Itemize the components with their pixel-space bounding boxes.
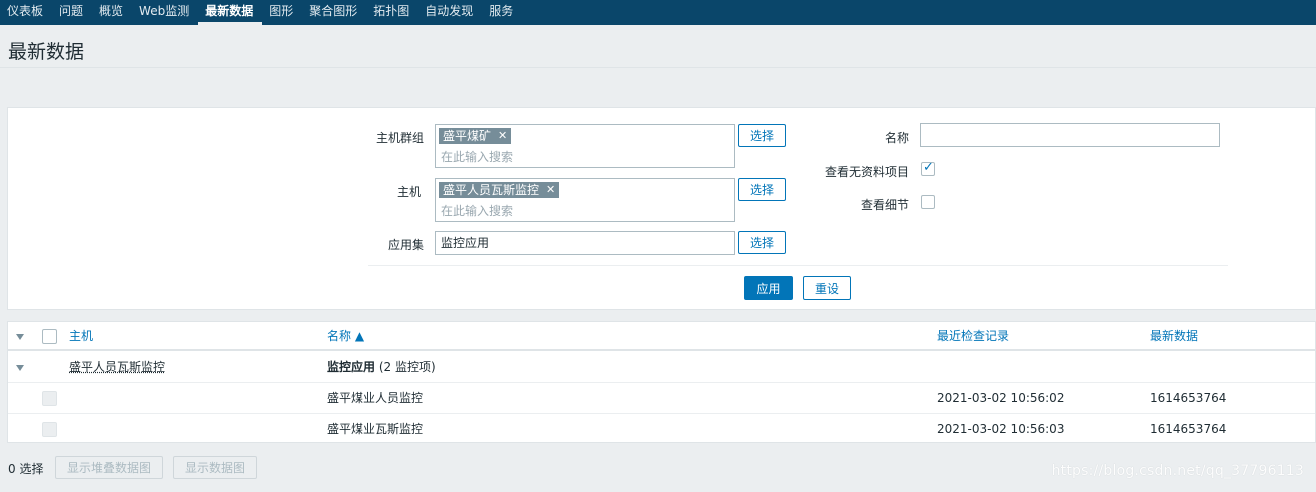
nav-item-web[interactable]: Web监测	[132, 0, 198, 25]
header-last-check[interactable]: 最近检查记录	[937, 322, 1009, 351]
row-checkbox[interactable]	[42, 422, 57, 437]
item-last-value: 1614653764	[1150, 422, 1227, 436]
latest-data-table: 主机 名称 ▲ 最近检查记录 最新数据 盛平人员瓦斯监控 监控应用 (2 监控项…	[7, 321, 1316, 443]
header-name[interactable]: 名称 ▲	[327, 322, 364, 351]
item-last-value: 1614653764	[1150, 391, 1227, 405]
nav-item-problems[interactable]: 问题	[52, 0, 92, 25]
hosts-search-input[interactable]: 在此输入搜索	[441, 202, 513, 219]
show-without-data-label: 查看无资料项目	[825, 165, 910, 179]
filter-divider	[368, 265, 1228, 266]
header-divider	[0, 67, 1316, 68]
host-groups-select-button[interactable]: 选择	[738, 124, 786, 147]
host-groups-multiselect[interactable]: 盛平煤矿 ✕ 在此输入搜索	[435, 124, 735, 168]
watermark: https://blog.csdn.net/qq_37796113	[1051, 463, 1304, 479]
collapse-all-icon[interactable]	[16, 334, 24, 340]
apply-button[interactable]: 应用	[744, 276, 793, 300]
checkmark-icon: ✓	[923, 160, 934, 175]
header-last-value[interactable]: 最新数据	[1150, 322, 1198, 351]
host-groups-search-input[interactable]: 在此输入搜索	[441, 148, 513, 165]
group-application: 监控应用 (2 监控项)	[327, 353, 436, 382]
nav-item-overview[interactable]: 概览	[92, 0, 132, 25]
show-details-label: 查看细节	[861, 198, 910, 212]
host-tag: 盛平人员瓦斯监控 ✕	[439, 182, 560, 198]
item-name: 盛平煤业人员监控	[327, 391, 424, 405]
host-tag-label: 盛平人员瓦斯监控	[443, 183, 540, 197]
show-graph-button[interactable]: 显示数据图	[173, 456, 257, 479]
filter-panel: 主机群组 盛平煤矿 ✕ 在此输入搜索 选择 主机 盛平人员瓦斯监控 ✕ 在此输入…	[7, 107, 1316, 310]
nav-item-screens[interactable]: 聚合图形	[302, 0, 366, 25]
nav-item-dashboard[interactable]: 仪表板	[0, 0, 52, 25]
table-header: 主机 名称 ▲ 最近检查记录 最新数据	[8, 322, 1315, 351]
application-name: 监控应用	[327, 360, 376, 374]
reset-button[interactable]: 重设	[803, 276, 851, 300]
top-nav: 仪表板 问题 概览 Web监测 最新数据 图形 聚合图形 拓扑图 自动发现 服务	[0, 0, 1316, 25]
nav-item-maps[interactable]: 拓扑图	[366, 0, 418, 25]
selected-count: 0 选择	[8, 462, 44, 476]
nav-item-latest-data[interactable]: 最新数据	[198, 0, 263, 25]
group-host-link[interactable]: 盛平人员瓦斯监控	[69, 353, 165, 382]
header-host[interactable]: 主机	[69, 322, 93, 351]
hosts-multiselect[interactable]: 盛平人员瓦斯监控 ✕ 在此输入搜索	[435, 178, 735, 222]
item-last-check: 2021-03-02 10:56:02	[937, 391, 1065, 405]
name-label: 名称	[885, 131, 910, 145]
remove-tag-icon[interactable]: ✕	[546, 182, 555, 198]
application-item-count: (2 监控项)	[378, 360, 436, 374]
application-select-button[interactable]: 选择	[738, 231, 786, 254]
name-input[interactable]	[920, 123, 1220, 147]
table-row: 盛平煤业人员监控 2021-03-02 10:56:02 1614653764	[8, 383, 1315, 414]
table-row: 盛平煤业瓦斯监控 2021-03-02 10:56:03 1614653764	[8, 414, 1315, 445]
show-without-data-checkbox[interactable]: ✓	[921, 160, 935, 176]
collapse-group-icon[interactable]	[16, 365, 24, 371]
row-checkbox[interactable]	[42, 391, 57, 406]
host-group-tag: 盛平煤矿 ✕	[439, 128, 512, 144]
item-last-check: 2021-03-02 10:56:03	[937, 422, 1065, 436]
show-details-checkbox[interactable]	[921, 195, 935, 209]
page-title: 最新数据	[8, 41, 85, 63]
host-groups-label: 主机群组	[376, 131, 425, 145]
host-group-tag-label: 盛平煤矿	[443, 129, 492, 143]
nav-item-graphs[interactable]: 图形	[262, 0, 302, 25]
remove-tag-icon[interactable]: ✕	[498, 128, 507, 144]
show-stacked-graph-button[interactable]: 显示堆叠数据图	[55, 456, 163, 479]
nav-item-services[interactable]: 服务	[482, 0, 522, 25]
select-all-checkbox[interactable]	[42, 329, 57, 344]
table-group-row: 盛平人员瓦斯监控 监控应用 (2 监控项)	[8, 353, 1315, 383]
application-label: 应用集	[388, 238, 425, 252]
hosts-select-button[interactable]: 选择	[738, 178, 786, 201]
application-input[interactable]: 监控应用	[435, 231, 735, 255]
nav-item-discovery[interactable]: 自动发现	[418, 0, 482, 25]
item-name: 盛平煤业瓦斯监控	[327, 422, 424, 436]
hosts-label: 主机	[397, 185, 422, 199]
